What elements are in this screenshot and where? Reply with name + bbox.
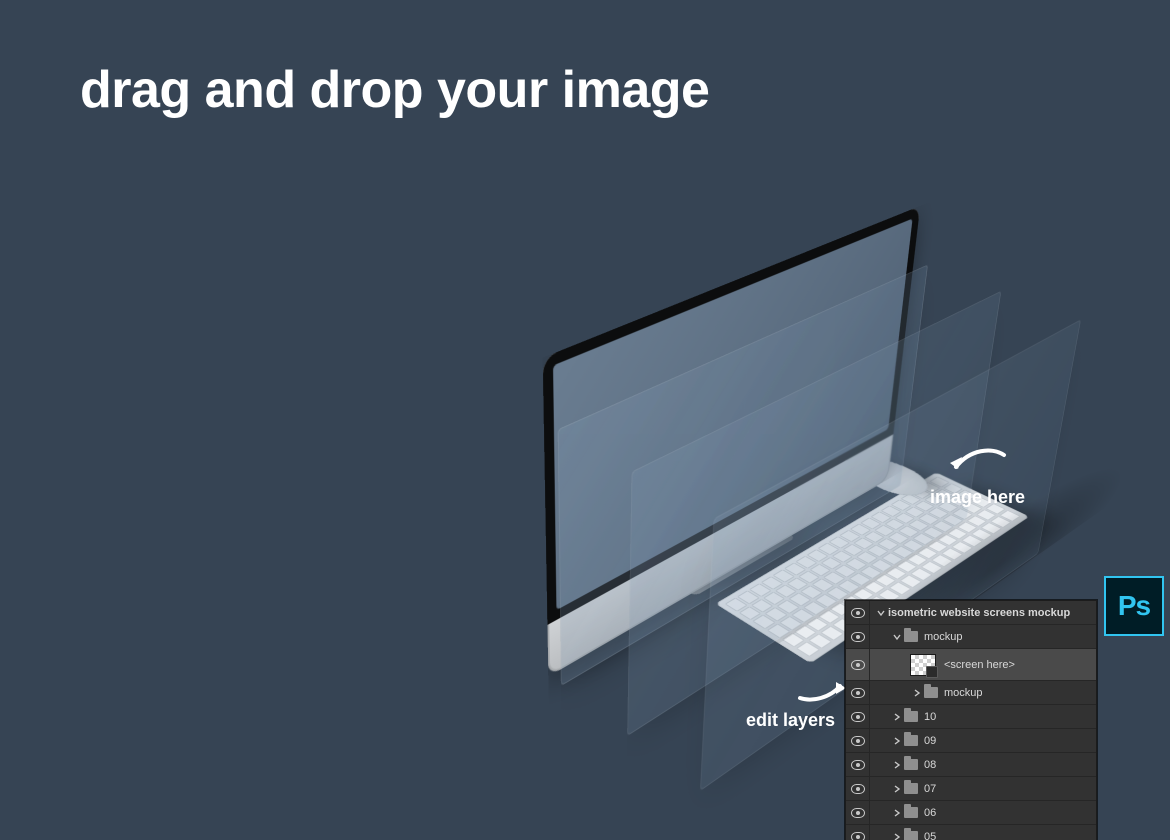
layer-label: isometric website screens mockup: [888, 607, 1070, 619]
eye-icon: [851, 832, 865, 840]
mockup-scene: [240, 180, 940, 830]
layer-label: mockup: [924, 631, 963, 643]
layer-label: 08: [924, 759, 936, 771]
chevron-right-icon[interactable]: [890, 809, 904, 817]
visibility-toggle[interactable]: [846, 649, 870, 680]
layer-row-folder[interactable]: 05: [846, 825, 1096, 840]
eye-icon: [851, 660, 865, 670]
visibility-toggle[interactable]: [846, 825, 870, 840]
annotation-image-here-label: image here: [930, 487, 1025, 507]
chevron-right-icon[interactable]: [890, 833, 904, 840]
layer-row-nested-mockup[interactable]: mockup: [846, 681, 1096, 705]
folder-icon: [904, 759, 918, 770]
eye-icon: [851, 608, 865, 618]
photoshop-icon: Ps: [1104, 576, 1164, 636]
layer-label: 07: [924, 783, 936, 795]
visibility-toggle[interactable]: [846, 601, 870, 624]
visibility-toggle[interactable]: [846, 625, 870, 648]
layer-label: 06: [924, 807, 936, 819]
layer-label: mockup: [944, 687, 983, 699]
eye-icon: [851, 632, 865, 642]
layer-row-folder[interactable]: 10: [846, 705, 1096, 729]
eye-icon: [851, 712, 865, 722]
eye-icon: [851, 784, 865, 794]
chevron-right-icon[interactable]: [890, 761, 904, 769]
eye-icon: [851, 688, 865, 698]
layer-label: 10: [924, 711, 936, 723]
layer-row-folder[interactable]: 06: [846, 801, 1096, 825]
layer-row-root[interactable]: isometric website screens mockup: [846, 601, 1096, 625]
visibility-toggle[interactable]: [846, 729, 870, 752]
arrow-icon: [948, 445, 1008, 479]
layer-row-mockup[interactable]: mockup: [846, 625, 1096, 649]
chevron-right-icon[interactable]: [890, 737, 904, 745]
headline-text: drag and drop your image: [80, 60, 709, 120]
chevron-right-icon[interactable]: [910, 689, 924, 697]
visibility-toggle[interactable]: [846, 681, 870, 704]
chevron-down-icon[interactable]: [874, 609, 888, 617]
layer-row-folder[interactable]: 08: [846, 753, 1096, 777]
visibility-toggle[interactable]: [846, 753, 870, 776]
layer-row-folder[interactable]: 07: [846, 777, 1096, 801]
chevron-right-icon[interactable]: [890, 713, 904, 721]
folder-icon: [904, 631, 918, 642]
layer-row-folder[interactable]: 09: [846, 729, 1096, 753]
arrow-icon: [796, 676, 848, 704]
chevron-right-icon[interactable]: [890, 785, 904, 793]
folder-icon: [904, 735, 918, 746]
visibility-toggle[interactable]: [846, 801, 870, 824]
annotation-edit-layers-label: edit layers: [746, 710, 835, 730]
folder-icon: [904, 831, 918, 840]
folder-icon: [904, 783, 918, 794]
chevron-down-icon[interactable]: [890, 633, 904, 641]
eye-icon: [851, 736, 865, 746]
folder-icon: [904, 807, 918, 818]
layers-panel[interactable]: isometric website screens mockup mockup …: [845, 600, 1097, 840]
eye-icon: [851, 760, 865, 770]
layer-label: <screen here>: [944, 659, 1015, 671]
folder-icon: [904, 711, 918, 722]
layer-label: 05: [924, 831, 936, 840]
smart-object-thumbnail[interactable]: [910, 654, 936, 676]
eye-icon: [851, 808, 865, 818]
annotation-edit-layers: edit layers: [746, 676, 848, 731]
annotation-image-here: image here: [930, 445, 1025, 508]
layer-row-screen-here[interactable]: <screen here>: [846, 649, 1096, 681]
folder-icon: [924, 687, 938, 698]
visibility-toggle[interactable]: [846, 705, 870, 728]
visibility-toggle[interactable]: [846, 777, 870, 800]
layer-label: 09: [924, 735, 936, 747]
